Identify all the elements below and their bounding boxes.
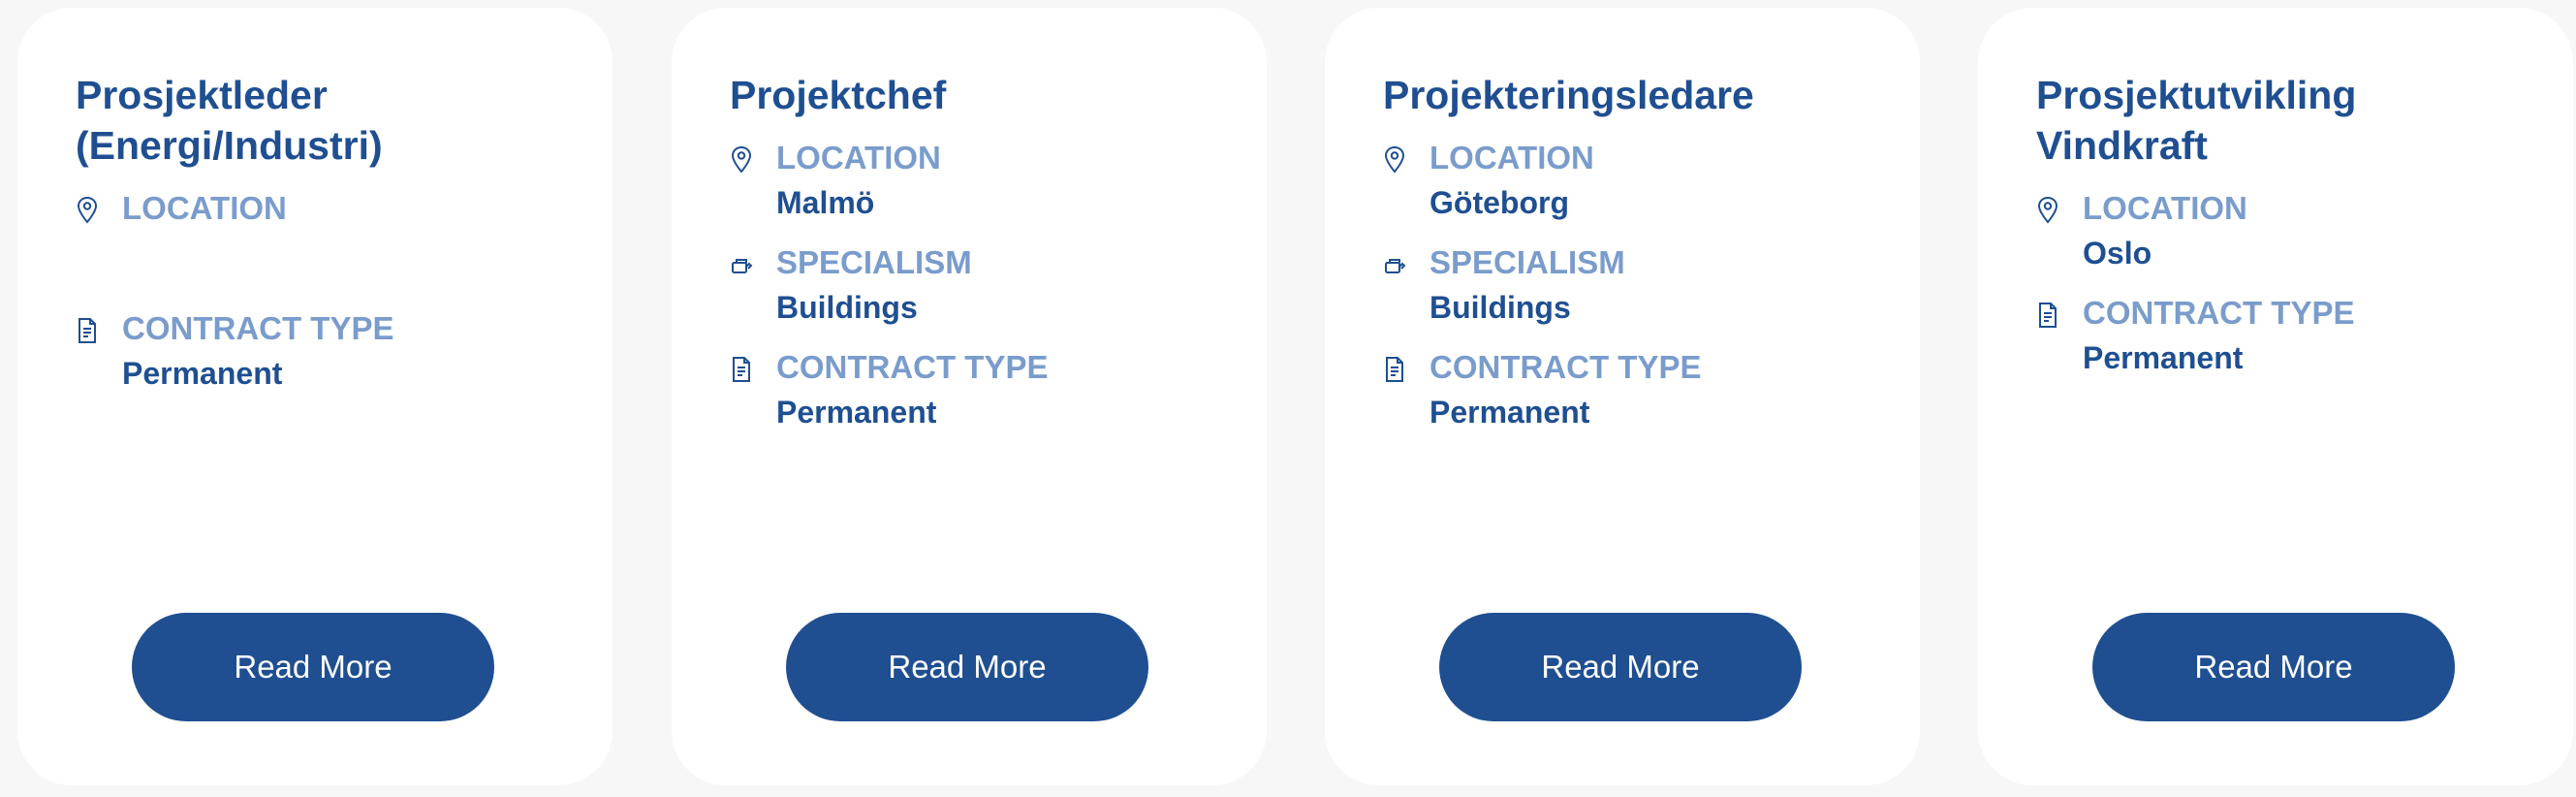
- specialism-value: Buildings: [1429, 290, 1571, 325]
- location-pin-icon: [731, 145, 752, 174]
- job-card: Projekteringsledare LOCATION Göteborg SP…: [1325, 8, 1920, 785]
- job-title: Prosjektleder (Energi/Industri): [76, 73, 383, 168]
- job-card: Prosjektleder (Energi/Industri) LOCATION…: [17, 8, 613, 785]
- read-more-button[interactable]: Read More: [132, 613, 494, 721]
- contract-type-label: CONTRACT TYPE: [1429, 349, 1702, 385]
- location-label: LOCATION: [1429, 140, 1594, 175]
- job-card: Projektchef LOCATION Malmö SPECIALISM Bu…: [672, 8, 1267, 785]
- location-pin-icon: [2037, 196, 2058, 224]
- contract-type-value: Permanent: [1429, 395, 1590, 430]
- location-value: Malmö: [776, 185, 875, 220]
- contract-type-field: CONTRACT TYPE Permanent: [76, 306, 613, 396]
- contract-type-field: CONTRACT TYPE Permanent: [2036, 291, 2573, 380]
- location-field: LOCATION Göteborg: [1383, 136, 1920, 225]
- location-value: [122, 231, 613, 291]
- specialism-field: SPECIALISM Buildings: [1383, 240, 1920, 330]
- location-field: LOCATION Malmö: [730, 136, 1267, 225]
- document-icon: [1386, 357, 1403, 382]
- specialism-field: SPECIALISM Buildings: [730, 240, 1267, 330]
- location-label: LOCATION: [2083, 190, 2247, 226]
- location-field: LOCATION Oslo: [2036, 186, 2573, 275]
- contract-type-field: CONTRACT TYPE Permanent: [730, 345, 1267, 434]
- contract-type-value: Permanent: [122, 356, 283, 391]
- job-title: Projektchef: [730, 73, 947, 117]
- specialism-icon: [1385, 259, 1406, 273]
- contract-type-label: CONTRACT TYPE: [2083, 295, 2355, 331]
- location-pin-icon: [77, 196, 98, 224]
- location-field: LOCATION: [76, 186, 613, 291]
- read-more-button[interactable]: Read More: [2092, 613, 2455, 721]
- job-details: LOCATION Göteborg SPECIALISM Buildings C…: [1383, 136, 1920, 434]
- contract-type-value: Permanent: [776, 395, 937, 430]
- specialism-label: SPECIALISM: [1429, 244, 1625, 280]
- job-title: Projekteringsledare: [1383, 73, 1754, 117]
- contract-type-label: CONTRACT TYPE: [776, 349, 1049, 385]
- read-more-button[interactable]: Read More: [1439, 613, 1802, 721]
- location-value: Göteborg: [1429, 185, 1569, 220]
- contract-type-field: CONTRACT TYPE Permanent: [1383, 345, 1920, 434]
- document-icon: [2039, 303, 2057, 328]
- job-details: LOCATION Malmö SPECIALISM Buildings CONT…: [730, 136, 1267, 434]
- location-value: Oslo: [2083, 236, 2152, 271]
- specialism-label: SPECIALISM: [776, 244, 972, 280]
- contract-type-label: CONTRACT TYPE: [122, 310, 394, 346]
- job-details: LOCATION CONTRACT TYPE Permanent: [76, 186, 613, 396]
- read-more-button[interactable]: Read More: [786, 613, 1148, 721]
- document-icon: [733, 357, 750, 382]
- job-card: Prosjektutvikling Vindkraft LOCATION Osl…: [1978, 8, 2573, 785]
- job-details: LOCATION Oslo CONTRACT TYPE Permanent: [2036, 186, 2573, 380]
- location-pin-icon: [1384, 145, 1405, 174]
- specialism-value: Buildings: [776, 290, 918, 325]
- job-title: Prosjektutvikling Vindkraft: [2036, 73, 2357, 168]
- specialism-icon: [732, 259, 753, 273]
- document-icon: [79, 318, 96, 343]
- location-label: LOCATION: [776, 140, 941, 175]
- contract-type-value: Permanent: [2083, 340, 2244, 375]
- location-label: LOCATION: [122, 190, 287, 226]
